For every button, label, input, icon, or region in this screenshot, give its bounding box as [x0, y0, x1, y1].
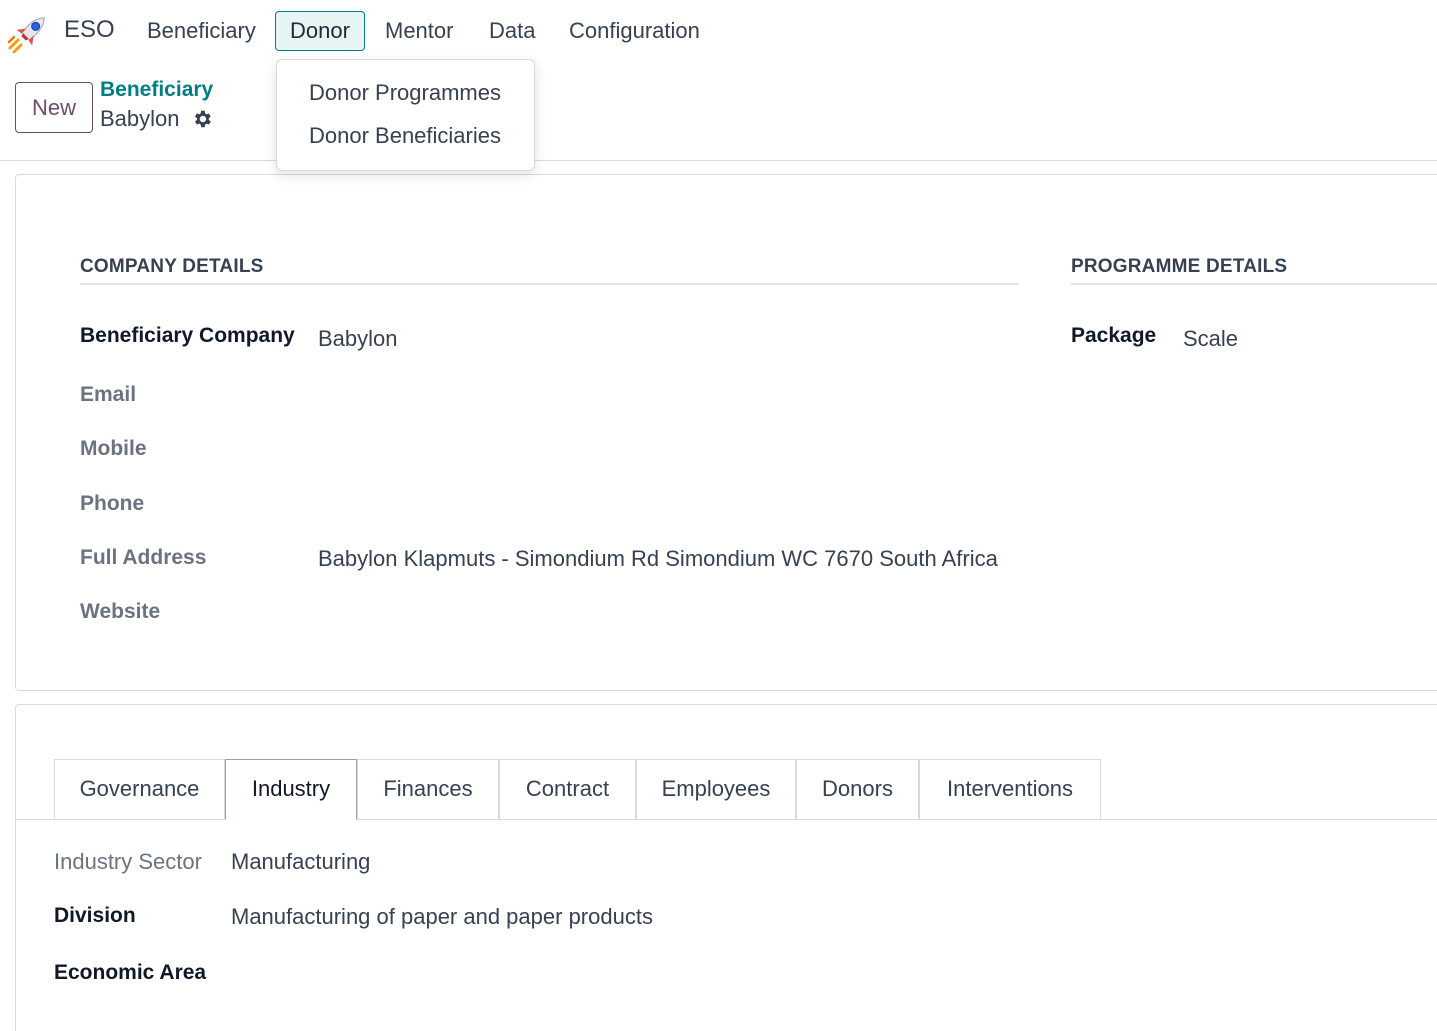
label-beneficiary-company: Beneficiary Company: [80, 324, 295, 347]
tab-contract[interactable]: Contract: [499, 759, 636, 820]
gear-icon[interactable]: [191, 108, 213, 130]
programme-details-title: PROGRAMME DETAILS: [1071, 256, 1288, 277]
tab-finances[interactable]: Finances: [357, 759, 499, 820]
control-panel-divider: [0, 160, 1437, 161]
value-beneficiary-company[interactable]: Babylon: [318, 326, 398, 352]
breadcrumb-parent[interactable]: Beneficiary: [100, 78, 213, 102]
tab-donors[interactable]: Donors: [796, 759, 919, 820]
menu-donor[interactable]: Donor: [275, 11, 365, 51]
dropdown-item-donor-programmes[interactable]: Donor Programmes: [309, 80, 501, 106]
label-email: Email: [80, 383, 137, 406]
menu-beneficiary[interactable]: Beneficiary: [132, 11, 271, 51]
company-details-title: COMPANY DETAILS: [80, 256, 264, 277]
label-division: Division: [54, 904, 136, 927]
label-package: Package: [1071, 324, 1157, 347]
breadcrumb-current: Babylon: [100, 106, 180, 131]
tab-industry[interactable]: Industry: [225, 759, 357, 820]
tab-employees[interactable]: Employees: [636, 759, 796, 820]
app-name[interactable]: ESO: [64, 16, 115, 44]
tab-governance[interactable]: Governance: [54, 759, 225, 820]
company-details-rule: [80, 283, 1019, 285]
dropdown-item-donor-beneficiaries[interactable]: Donor Beneficiaries: [309, 123, 501, 149]
value-division[interactable]: Manufacturing of paper and paper product…: [231, 904, 653, 930]
rocket-icon[interactable]: [6, 8, 54, 56]
label-website: Website: [80, 600, 161, 623]
value-package[interactable]: Scale: [1183, 326, 1238, 352]
value-industry-sector[interactable]: Manufacturing: [231, 849, 370, 875]
menu-mentor[interactable]: Mentor: [370, 11, 468, 51]
value-full-address[interactable]: Babylon Klapmuts - Simondium Rd Simondiu…: [318, 546, 998, 572]
menu-configuration[interactable]: Configuration: [554, 11, 715, 51]
form-sheet: [15, 174, 1437, 691]
label-industry-sector: Industry Sector: [54, 849, 202, 874]
label-phone: Phone: [80, 492, 145, 515]
label-economic-area: Economic Area: [54, 961, 207, 984]
label-full-address: Full Address: [80, 546, 207, 569]
label-mobile: Mobile: [80, 437, 147, 460]
menu-data[interactable]: Data: [474, 11, 550, 51]
notebook-sheet: [15, 704, 1437, 1031]
new-button[interactable]: New: [15, 82, 93, 133]
programme-details-rule: [1071, 283, 1437, 285]
tab-interventions[interactable]: Interventions: [919, 759, 1101, 820]
top-navbar: ESO Beneficiary Donor Mentor Data Config…: [0, 0, 1437, 60]
donor-dropdown-menu: Donor Programmes Donor Beneficiaries: [276, 59, 535, 171]
